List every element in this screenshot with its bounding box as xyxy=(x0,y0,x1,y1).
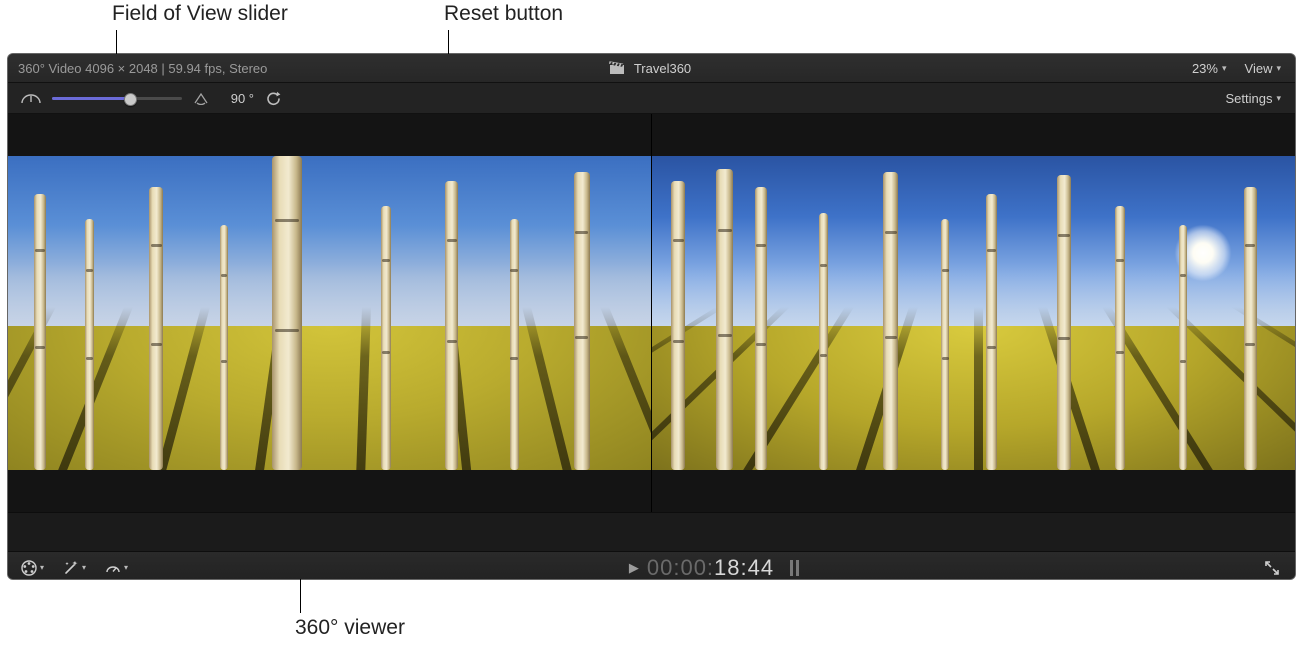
fov-gauge-wide-icon xyxy=(20,91,42,105)
viewer-window: 360° Video 4096 × 2048 | 59.94 fps, Ster… xyxy=(8,54,1295,579)
scene-360 xyxy=(8,156,651,470)
reset-button[interactable] xyxy=(264,89,282,107)
chevron-down-icon: ▾ xyxy=(1222,63,1227,74)
view-menu[interactable]: View ▾ xyxy=(1245,61,1281,76)
clip-name: Travel360 xyxy=(634,61,691,76)
fov-value[interactable]: 90 ° xyxy=(220,91,254,106)
spacer xyxy=(8,512,1295,551)
play-button-icon[interactable]: ▶ xyxy=(629,560,639,576)
timecode-display[interactable]: 00:00:18:44 xyxy=(647,555,774,580)
fov-slider-fill xyxy=(52,97,130,100)
360-viewer[interactable] xyxy=(8,114,651,512)
fov-slider-thumb[interactable] xyxy=(124,93,137,106)
playback-bar: ▾ ▾ ▾ ▶ 00:00:18:44 xyxy=(8,551,1295,579)
scene-equirect xyxy=(652,156,1295,470)
viewer-area xyxy=(8,114,1295,512)
callout-360-viewer: 360° viewer xyxy=(295,616,405,640)
fullscreen-button[interactable] xyxy=(1263,559,1281,577)
chevron-down-icon: ▾ xyxy=(82,563,86,572)
chevron-down-icon: ▾ xyxy=(1276,63,1281,74)
fov-toolbar: 90 ° Settings ▾ xyxy=(8,83,1295,114)
chevron-down-icon: ▾ xyxy=(1276,93,1281,104)
fov-slider[interactable] xyxy=(52,91,182,105)
info-bar: 360° Video 4096 × 2048 | 59.94 fps, Ster… xyxy=(8,54,1295,83)
clapperboard-icon xyxy=(608,59,626,77)
effects-menu[interactable]: ▾ xyxy=(20,559,44,577)
chevron-down-icon: ▾ xyxy=(124,563,128,572)
zoom-value: 23% xyxy=(1192,61,1218,76)
clip-metadata: 360° Video 4096 × 2048 | 59.94 fps, Ster… xyxy=(8,61,439,76)
settings-menu[interactable]: Settings ▾ xyxy=(1225,91,1281,106)
callout-reset-button: Reset button xyxy=(444,2,563,26)
equirect-viewer[interactable] xyxy=(651,114,1295,512)
enhance-menu[interactable]: ▾ xyxy=(62,559,86,577)
fov-gauge-narrow-icon xyxy=(192,91,210,105)
retime-menu[interactable]: ▾ xyxy=(104,559,128,577)
chevron-down-icon: ▾ xyxy=(40,563,44,572)
audio-meter-icon xyxy=(790,560,812,576)
zoom-menu[interactable]: 23% ▾ xyxy=(1192,61,1227,76)
callout-fov-slider: Field of View slider xyxy=(112,2,288,26)
